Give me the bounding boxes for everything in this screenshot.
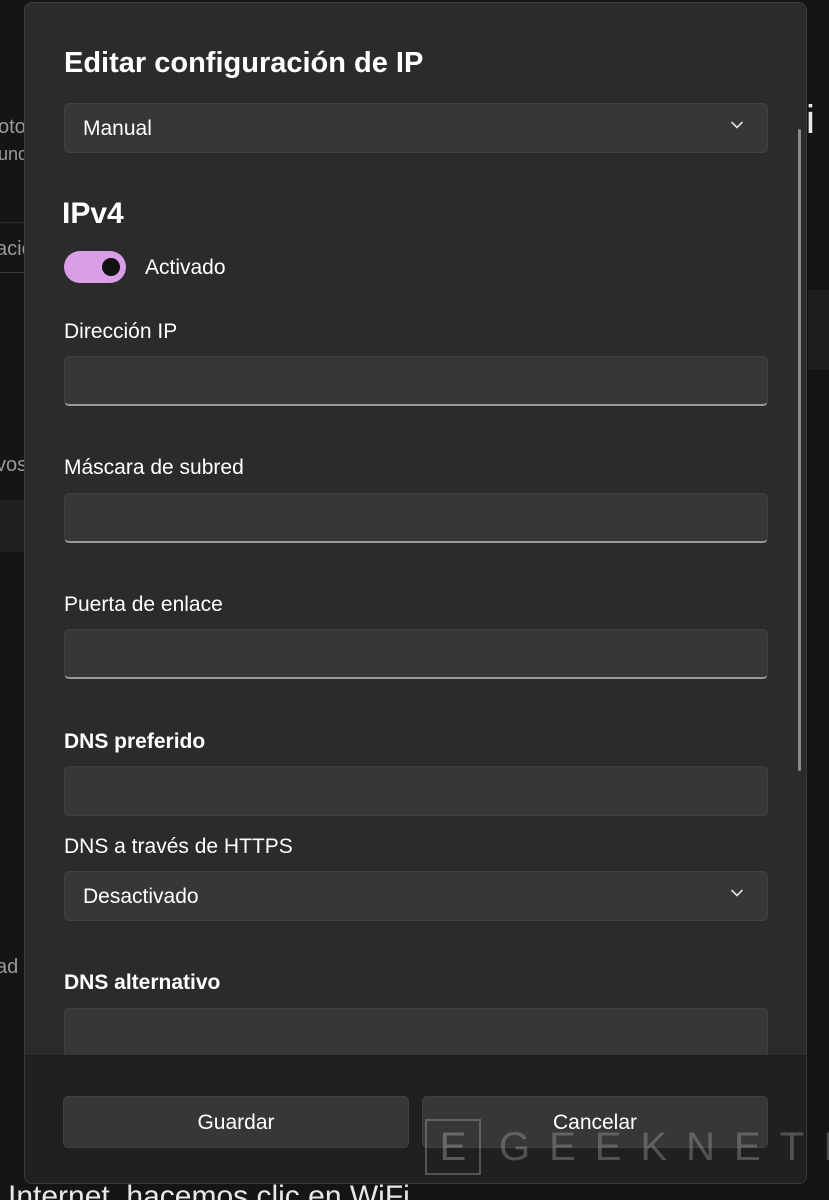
subnet-mask-label: Máscara de subred <box>64 456 244 479</box>
alternate-dns-label: DNS alternativo <box>64 971 221 994</box>
background-text-fragment: i <box>806 98 815 142</box>
ip-mode-value: Manual <box>83 117 152 140</box>
dns-over-https-value: Desactivado <box>83 885 199 908</box>
background-divider <box>0 272 24 273</box>
ipv4-toggle-label: Activado <box>145 256 226 279</box>
dns-over-https-label: DNS a través de HTTPS <box>64 835 293 858</box>
ipv4-toggle[interactable] <box>64 251 126 283</box>
subnet-mask-input[interactable] <box>65 494 767 541</box>
alternate-dns-input[interactable] <box>65 1009 767 1055</box>
edit-ip-settings-dialog: Editar configuración de IP Manual IPv4 A… <box>24 2 807 1184</box>
ipv4-heading: IPv4 <box>62 197 124 230</box>
preferred-dns-label: DNS preferido <box>64 730 206 753</box>
gateway-input[interactable] <box>65 630 767 677</box>
watermark-logo: E GEEKNETIC <box>425 1115 829 1179</box>
subnet-mask-field[interactable] <box>64 493 768 543</box>
ip-address-label: Dirección IP <box>64 320 178 343</box>
background-text-fragment: oto <box>0 116 26 138</box>
background-panel <box>0 500 24 552</box>
preferred-dns-input[interactable] <box>65 767 767 815</box>
background-divider <box>0 222 24 223</box>
background-panel <box>808 290 829 370</box>
toggle-knob <box>102 258 120 276</box>
watermark-text: GEEKNETIC <box>499 1125 829 1169</box>
preferred-dns-field[interactable] <box>64 766 768 816</box>
ip-address-field[interactable] <box>64 356 768 406</box>
background-text-fragment: ad <box>0 956 19 978</box>
ip-address-input[interactable] <box>65 357 767 404</box>
dialog-title: Editar configuración de IP <box>64 47 424 79</box>
chevron-down-icon <box>731 121 743 129</box>
chevron-down-icon <box>731 889 743 897</box>
dialog-content: Editar configuración de IP Manual IPv4 A… <box>25 3 806 1055</box>
gateway-field[interactable] <box>64 629 768 679</box>
ip-mode-select[interactable]: Manual <box>64 103 768 153</box>
dialog-scrollbar[interactable] <box>798 129 801 771</box>
dns-over-https-select[interactable]: Desactivado <box>64 871 768 921</box>
gateway-label: Puerta de enlace <box>64 593 223 616</box>
save-button[interactable]: Guardar <box>63 1096 409 1148</box>
watermark-mark: E <box>425 1119 481 1175</box>
alternate-dns-field[interactable] <box>64 1008 768 1055</box>
